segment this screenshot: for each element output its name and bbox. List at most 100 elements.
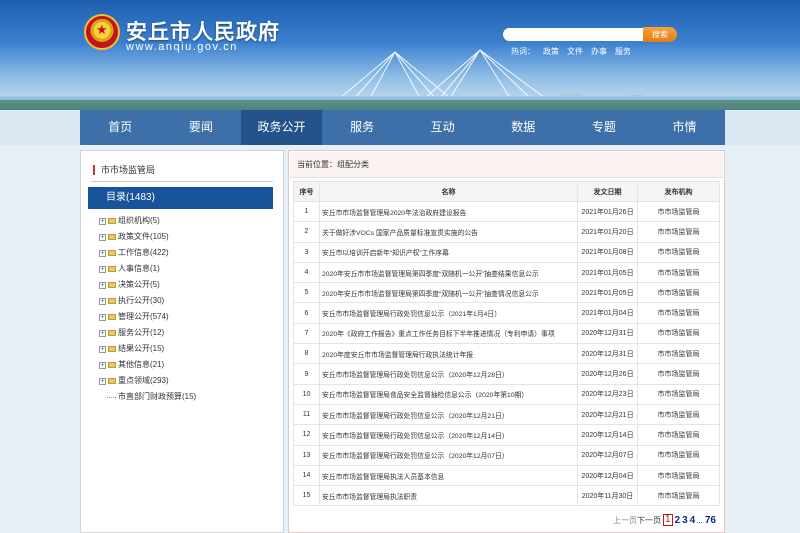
table-row: 11 安丘市市场监督管理局行政处罚信息公示（2020年12月21日） 2020年12… — [293, 403, 720, 426]
column-header: 发布机构 — [637, 181, 720, 202]
expand-icon[interactable]: + — [99, 345, 106, 353]
nav-services[interactable]: 服务 — [322, 110, 403, 145]
document-title-link[interactable]: 安丘市市场监督管理局食品安全监督抽检信息公示（2020年第10期） — [319, 383, 578, 405]
document-title-link[interactable]: 2020年度安丘市市场监督管理局行政执法统计年报 — [319, 343, 578, 365]
document-title-link[interactable]: 2020年安丘市市场监督管理局第四季度“双随机一公开”抽查结果信息公示 — [319, 261, 578, 284]
prev-page-link[interactable]: 上一页 — [613, 515, 637, 526]
tree-item[interactable]: + 执行公开(30) — [99, 293, 196, 309]
document-title-link[interactable]: 安丘市市场监督管理局2020年法治政府建设报告 — [319, 200, 578, 223]
page-link[interactable]: 2 — [675, 515, 681, 526]
row-index: 7 — [293, 322, 320, 345]
publisher: 市市场监管局 — [637, 282, 720, 304]
row-index: 1 — [293, 200, 320, 223]
tree-item-label: 重点领域(293) — [118, 376, 169, 385]
row-index: 6 — [293, 302, 320, 324]
document-title-link[interactable]: 关于做好涉VOCs 国家产品质量标准宣贯实施的公告 — [319, 221, 578, 243]
tree-item-label: 结果公开(15) — [118, 344, 165, 353]
tree-item[interactable]: + 决策公开(5) — [99, 277, 196, 293]
row-index: 8 — [293, 343, 320, 365]
nav-gov-affairs[interactable]: 政务公开 — [241, 110, 322, 145]
document-table: 序号 名称 发文日期 发布机构 1 安丘市市场监督管理局2020年法治政府建设报告… — [293, 181, 720, 507]
hot-word-link[interactable]: 服务 — [615, 47, 631, 56]
document-title-link[interactable]: 2020年安丘市市场监督管理局第四季度“双随机一公开”抽查情况信息公示 — [319, 282, 578, 304]
document-title-link[interactable]: 安丘市市场监督管理局执法人员基本信息 — [319, 464, 578, 487]
row-index: 15 — [293, 485, 320, 507]
treeline — [0, 100, 800, 110]
document-title-link[interactable]: 安丘市市场监督管理局行政处罚信息公示（2020年12月28日） — [319, 363, 578, 385]
nav-city-info[interactable]: 市情 — [644, 110, 725, 145]
page-link[interactable]: 3 — [682, 515, 688, 526]
tree-item[interactable]: + 其他信息(21) — [99, 357, 196, 373]
tree-item[interactable]: + 人事信息(1) — [99, 261, 196, 277]
folder-icon — [108, 330, 116, 336]
tree-item[interactable]: + 组织机构(5) — [99, 213, 196, 229]
expand-icon[interactable]: + — [99, 377, 106, 385]
table-row: 1 安丘市市场监督管理局2020年法治政府建设报告 2021年01月26日 市市场监管… — [293, 200, 720, 223]
tree-item[interactable]: 市直部门财政预算(15) — [99, 389, 196, 405]
nav-topics[interactable]: 专题 — [564, 110, 645, 145]
folder-icon — [108, 266, 116, 272]
pager-ellipsis: ... — [696, 515, 703, 525]
tree-item[interactable]: + 服务公开(12) — [99, 325, 196, 341]
folder-icon — [108, 298, 116, 304]
publish-date: 2020年12月23日 — [577, 383, 638, 405]
document-title-link[interactable]: 2020年《政府工作报告》重点工作任务目标下半年推进情况（专利申请）事项 — [319, 322, 578, 345]
publisher: 市市场监管局 — [637, 343, 720, 365]
page-link[interactable]: 4 — [690, 515, 696, 526]
publish-date: 2021年01月20日 — [577, 221, 638, 243]
nav-home[interactable]: 首页 — [80, 110, 161, 145]
document-title-link[interactable]: 安丘市市场监督管理局执法职责 — [319, 485, 578, 507]
tree-item-label: 人事信息(1) — [118, 264, 160, 273]
tree-item[interactable]: + 管理公开(574) — [99, 309, 196, 325]
table-row: 4 2020年安丘市市场监督管理局第四季度“双随机一公开”抽查结果信息公示 2021… — [293, 261, 720, 284]
row-index: 12 — [293, 424, 320, 446]
document-title-link[interactable]: 安丘市以培训开启新年“知识产权”工作序幕 — [319, 241, 578, 263]
expand-icon[interactable]: + — [99, 265, 106, 273]
sidebar-title: 市市场监管局 — [93, 165, 155, 175]
document-title-link[interactable]: 安丘市市场监督管理局行政处罚信息公示（2020年12月07日） — [319, 444, 578, 466]
last-page-link[interactable]: 76 — [705, 515, 716, 526]
publisher: 市市场监管局 — [637, 383, 720, 405]
expand-icon[interactable]: + — [99, 281, 106, 289]
catalog-header[interactable]: 目录(1483) — [88, 187, 273, 209]
nav-data[interactable]: 数据 — [483, 110, 564, 145]
search-input[interactable] — [503, 28, 646, 41]
tree-item[interactable]: + 政策文件(105) — [99, 229, 196, 245]
publisher: 市市场监管局 — [637, 322, 720, 345]
hot-word-link[interactable]: 政策 — [543, 47, 559, 56]
nav-interaction[interactable]: 互动 — [402, 110, 483, 145]
publisher: 市市场监管局 — [637, 363, 720, 385]
tree-item-label: 政策文件(105) — [118, 232, 169, 241]
row-index: 10 — [293, 383, 320, 405]
tree-item[interactable]: + 工作信息(422) — [99, 245, 196, 261]
tree-item[interactable]: + 结果公开(15) — [99, 341, 196, 357]
table-row: 12 安丘市市场监督管理局行政处罚信息公示（2020年12月14日） 2020年12… — [293, 424, 720, 446]
table-row: 9 安丘市市场监督管理局行政处罚信息公示（2020年12月28日） 2020年12月… — [293, 363, 720, 385]
publish-date: 2020年12月31日 — [577, 343, 638, 365]
expand-icon[interactable]: + — [99, 233, 106, 241]
expand-icon[interactable]: + — [99, 297, 106, 305]
hot-word-link[interactable]: 办事 — [591, 47, 607, 56]
next-page-link[interactable]: 下一页 — [637, 515, 661, 526]
publisher: 市市场监管局 — [637, 261, 720, 284]
publish-date: 2021年01月05日 — [577, 261, 638, 284]
nav-news[interactable]: 要闻 — [161, 110, 242, 145]
expand-icon[interactable]: + — [99, 329, 106, 337]
tree-item[interactable]: + 重点领域(293) — [99, 373, 196, 389]
row-index: 3 — [293, 241, 320, 263]
expand-icon[interactable]: + — [99, 313, 106, 321]
document-title-link[interactable]: 安丘市市场监督管理局行政处罚信息公示（2021年1月4日） — [319, 302, 578, 324]
sidebar: 市市场监管局 目录(1483) + 组织机构(5) + 政策文件(105) + 工作信息(… — [80, 150, 284, 533]
document-title-link[interactable]: 安丘市市场监督管理局行政处罚信息公示（2020年12月21日） — [319, 403, 578, 426]
search-button[interactable]: 搜索 — [643, 27, 677, 42]
expand-icon[interactable]: + — [99, 217, 106, 225]
document-title-link[interactable]: 安丘市市场监督管理局行政处罚信息公示（2020年12月14日） — [319, 424, 578, 446]
hot-word-link[interactable]: 文件 — [567, 47, 583, 56]
table-row: 13 安丘市市场监督管理局行政处罚信息公示（2020年12月07日） 2020年12… — [293, 444, 720, 466]
publisher: 市市场监管局 — [637, 241, 720, 263]
expand-icon[interactable]: + — [99, 361, 106, 369]
main-nav: 首页 要闻 政务公开 服务 互动 数据 专题 市情 — [80, 110, 725, 145]
expand-icon[interactable]: + — [99, 249, 106, 257]
hot-words-label: 热词： — [511, 47, 535, 56]
tree-branch-icon — [107, 396, 116, 398]
